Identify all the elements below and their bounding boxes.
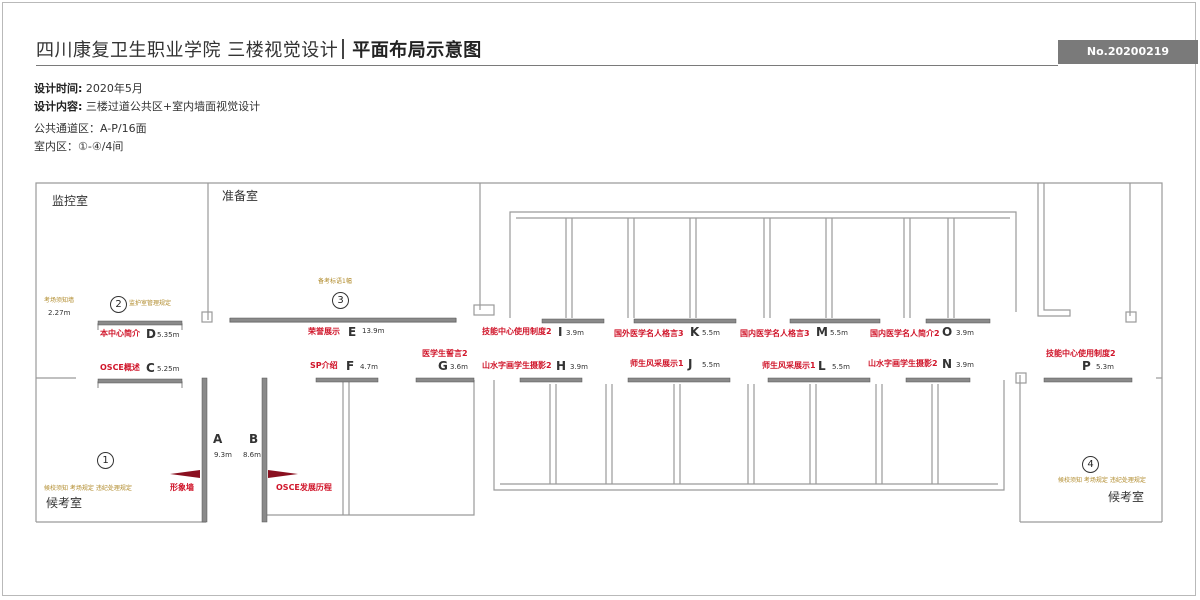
wall-f-title: SP介绍	[310, 361, 338, 370]
wall-bar-m	[789, 318, 881, 324]
wall-d-title: 本中心简介	[100, 329, 140, 338]
column-right-low	[1015, 372, 1027, 384]
wall-g-size: 3.6m	[450, 363, 468, 371]
room-number-4: 4	[1082, 456, 1099, 473]
wall-i-size: 3.9m	[566, 329, 584, 337]
wall-f-size: 4.7m	[360, 363, 378, 371]
wall-b-size: 8.6m	[243, 451, 261, 459]
room-monitor: 监控室	[52, 194, 89, 208]
note-room1: 候校须知 考场规定 违纪处理规定	[44, 485, 132, 492]
wall-d-size: 5.35m	[157, 331, 180, 339]
wall-bar-k	[633, 318, 737, 324]
wall-c-letter: C	[146, 361, 155, 375]
wall-bar-a	[201, 377, 208, 523]
wall-j-size: 5.5m	[702, 361, 720, 369]
wall-l-size: 5.5m	[832, 363, 850, 371]
wall-b-title: OSCE发展历程	[276, 483, 332, 492]
wall-h-title: 山水字画学生摄影2	[482, 361, 552, 370]
wall-l-title: 师生风采展示1	[762, 361, 816, 370]
lower-rooms-outline	[493, 380, 1005, 491]
wall-bar-g	[415, 377, 475, 383]
wall-d-letter: D	[146, 327, 156, 341]
wall-g-letter: G	[438, 359, 448, 373]
wall-l-letter: L	[818, 359, 826, 373]
wall-k-title: 国外医学名人格言3	[614, 329, 684, 338]
wall-j-letter: J	[688, 357, 693, 371]
wall-a-size: 9.3m	[214, 451, 232, 459]
wall-p-letter: P	[1082, 359, 1091, 373]
wall-bar-f	[315, 377, 379, 383]
room-number-1: 1	[97, 452, 114, 469]
column-right	[1125, 311, 1137, 323]
wall-p-title: 技能中心使用制度2	[1046, 349, 1116, 358]
column-mid	[473, 304, 495, 316]
wall-c-title: OSCE概述	[100, 363, 140, 372]
wall-k-size: 5.5m	[702, 329, 720, 337]
wall-n-letter: N	[942, 357, 953, 371]
wall-k-letter: K	[690, 325, 700, 339]
room-number-2: 2	[110, 296, 127, 313]
wall-bar-d	[97, 320, 183, 326]
room-waiting-right: 候考室	[1108, 490, 1145, 504]
arrow-b-marker	[268, 470, 298, 478]
wall-h-letter: H	[556, 359, 567, 373]
wall-bar-n	[905, 377, 971, 383]
wall-o-size: 3.9m	[956, 329, 974, 337]
wall-o-title: 国内医学名人简介2	[870, 329, 940, 338]
wall-bar-e	[229, 317, 457, 323]
mid-lower-outline	[265, 378, 475, 516]
floor-plan	[35, 182, 1163, 523]
wall-bar-p	[1043, 377, 1133, 383]
wall-i-letter: I	[558, 325, 563, 339]
wall-e-size: 13.9m	[362, 327, 385, 335]
room-number-3: 3	[332, 292, 349, 309]
wall-e-letter: E	[348, 325, 357, 339]
wall-bar-i	[541, 318, 605, 324]
column-left	[201, 311, 213, 323]
upper-rooms-outline	[509, 211, 1017, 318]
note-room2: 监护室管理规定	[129, 300, 172, 307]
wall-n-size: 3.9m	[956, 361, 974, 369]
note-monitor: 考场须知墙	[44, 297, 75, 304]
wall-bar-j	[627, 377, 731, 383]
wall-f-letter: F	[346, 359, 355, 373]
wall-m-title: 国内医学名人格言3	[740, 329, 810, 338]
wall-bar-h	[519, 377, 583, 383]
wall-o-letter: O	[942, 325, 953, 339]
wall-b-letter: B	[249, 432, 259, 446]
wall-e-title: 荣誉展示	[308, 327, 340, 336]
wall-a-letter: A	[213, 432, 223, 446]
wall-n-title: 山水字画学生摄影2	[868, 359, 938, 368]
wall-h-size: 3.9m	[570, 363, 588, 371]
wall-g-title: 医学生誓言2	[422, 349, 468, 358]
wall-i-title: 技能中心使用制度2	[482, 327, 552, 336]
wall-a-title: 形象墙	[170, 483, 194, 492]
wall-p-size: 5.3m	[1096, 363, 1114, 371]
note-room3: 备考标语1幅	[318, 278, 352, 285]
wall-bar-l	[767, 377, 871, 383]
room-waiting-left: 候考室	[46, 496, 83, 510]
wall-bar-c	[97, 378, 183, 384]
arrow-a-marker	[170, 470, 200, 478]
room-prep: 准备室	[222, 189, 259, 203]
wall-bar-o	[925, 318, 991, 324]
right-room-frame	[1037, 183, 1071, 317]
wall-bar-b	[261, 377, 268, 523]
wall-j-title: 师生风采展示1	[630, 359, 684, 368]
wall-c-size: 5.25m	[157, 365, 180, 373]
note-monitor-size: 2.27m	[48, 309, 71, 317]
wall-m-letter: M	[816, 325, 828, 339]
note-room4: 候校须知 考场规定 违纪处理规定	[1058, 477, 1146, 484]
wall-m-size: 5.5m	[830, 329, 848, 337]
